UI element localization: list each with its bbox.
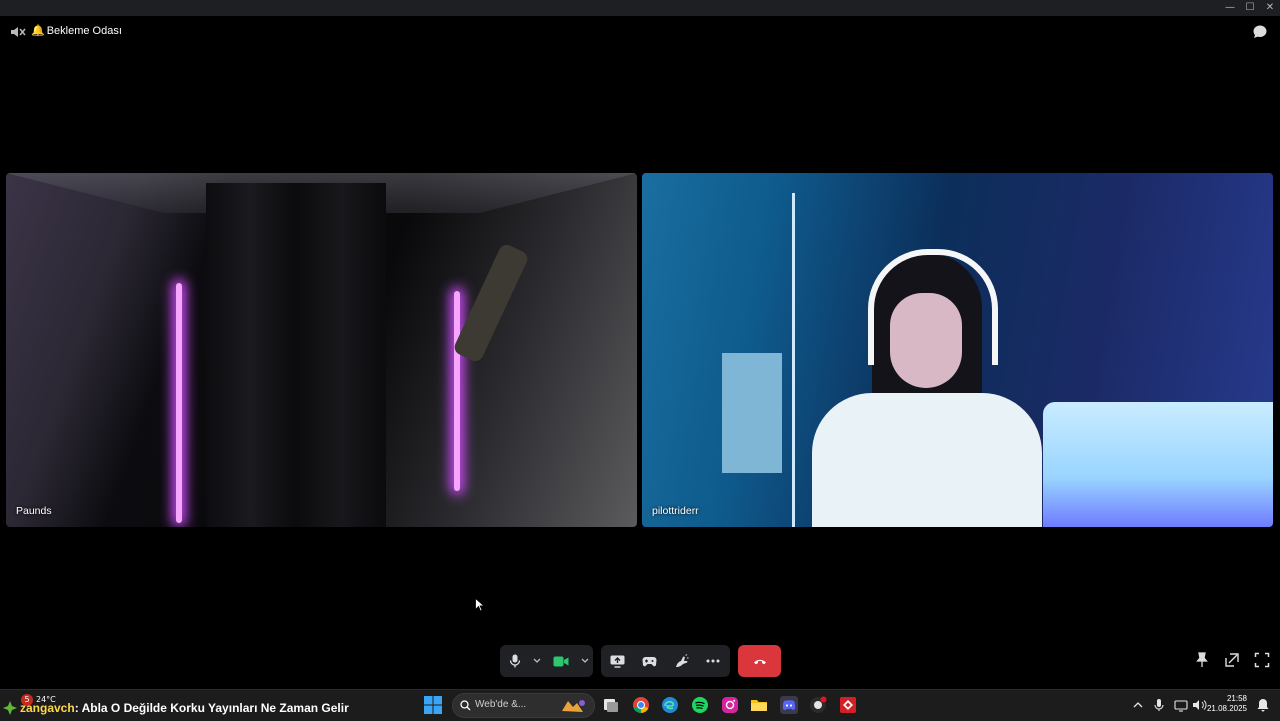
camera-button[interactable] [544,645,578,677]
microphone-icon [509,654,521,668]
chrome-icon[interactable] [632,696,650,714]
app-icon[interactable] [809,696,827,714]
video-camera-icon [553,656,569,666]
screen-share-button[interactable] [601,645,633,677]
spotify-icon[interactable] [691,696,709,714]
hang-up-icon [753,659,766,665]
screen-share-icon [610,655,624,668]
ticker-message: : Abla O Değilde Korku Yayınları Ne Zama… [74,701,349,715]
chevron-down-icon [581,658,589,663]
windows-start-icon[interactable] [424,696,442,714]
discord-icon[interactable] [780,696,798,714]
close-button[interactable]: ✕ [1260,0,1280,16]
minimize-button[interactable]: — [1220,0,1240,16]
more-options-button[interactable] [697,645,729,677]
pop-out-icon[interactable] [1224,652,1240,668]
activities-button[interactable] [633,645,665,677]
weather-icon [3,701,17,715]
search-highlight-icon [562,700,585,712]
view-controls [1194,652,1270,668]
game-controller-icon [642,656,656,666]
audio-video-controls [500,645,593,677]
call-header: 🔔 Bekleme Odası [0,16,1280,48]
task-view-icon[interactable] [602,696,620,714]
ticker-username: zangavch [20,701,75,715]
window-titlebar: — ☐ ✕ [0,0,1280,16]
microphone-options-button[interactable] [530,645,544,677]
soundboard-button[interactable] [665,645,697,677]
clock-time: 21:58 [1226,694,1247,703]
file-explorer-icon[interactable] [750,696,768,714]
video-tile-paunds[interactable]: Paunds [6,173,637,527]
person-shirt [812,393,1042,527]
pin-icon[interactable] [1194,652,1210,668]
os-taskbar: 5 24°C zangavch: Abla O Değilde Korku Ya… [0,689,1280,721]
taskbar-search-box[interactable]: Web'de &... [452,693,595,718]
edge-icon[interactable] [661,696,679,714]
search-placeholder: Web'de &... [475,699,527,710]
video-feed-person [812,243,1042,527]
mouse-cursor-icon [475,598,485,612]
system-clock[interactable]: 21:58 21.08.2025 [1207,694,1247,714]
chat-bubble-icon[interactable] [1252,24,1268,40]
video-feed-curtain [206,183,386,527]
soundboard-icon [675,653,688,667]
instagram-icon[interactable] [721,696,739,714]
camera-options-button[interactable] [578,645,592,677]
video-feed-neon-light [176,283,182,523]
disconnect-button[interactable] [738,645,781,677]
video-tile-pilottriderr[interactable]: pilottriderr [642,173,1273,527]
channel-name: Bekleme Odası [46,24,122,37]
maximize-button[interactable]: ☐ [1240,0,1260,16]
video-feed-neon-light [454,291,460,491]
bell-icon: 🔔 [31,25,45,37]
search-icon [460,700,471,711]
anydesk-icon[interactable] [839,696,857,714]
video-feed-bed [1043,402,1273,527]
participant-name: Paunds [16,505,52,517]
participant-name: pilottriderr [652,505,699,517]
video-feed-dresser [722,353,782,473]
fullscreen-icon[interactable] [1254,652,1270,668]
chevron-up-icon[interactable] [1132,696,1144,714]
headset [868,249,998,365]
chat-ticker-overlay: zangavch: Abla O Değilde Korku Yayınları… [20,701,349,715]
clock-date: 21.08.2025 [1206,704,1247,713]
more-dots-icon [706,659,720,663]
microphone-tray-icon[interactable] [1153,696,1165,714]
video-feed-mic-arm [452,242,530,364]
notification-bell-icon[interactable] [1256,696,1270,714]
window-controls: — ☐ ✕ [1220,0,1280,16]
activity-controls [601,645,730,677]
microphone-button[interactable] [500,645,530,677]
channel-title: 🔔 Bekleme Odası [31,24,122,38]
speaker-muted-icon[interactable] [10,25,26,39]
chevron-down-icon [533,658,541,663]
